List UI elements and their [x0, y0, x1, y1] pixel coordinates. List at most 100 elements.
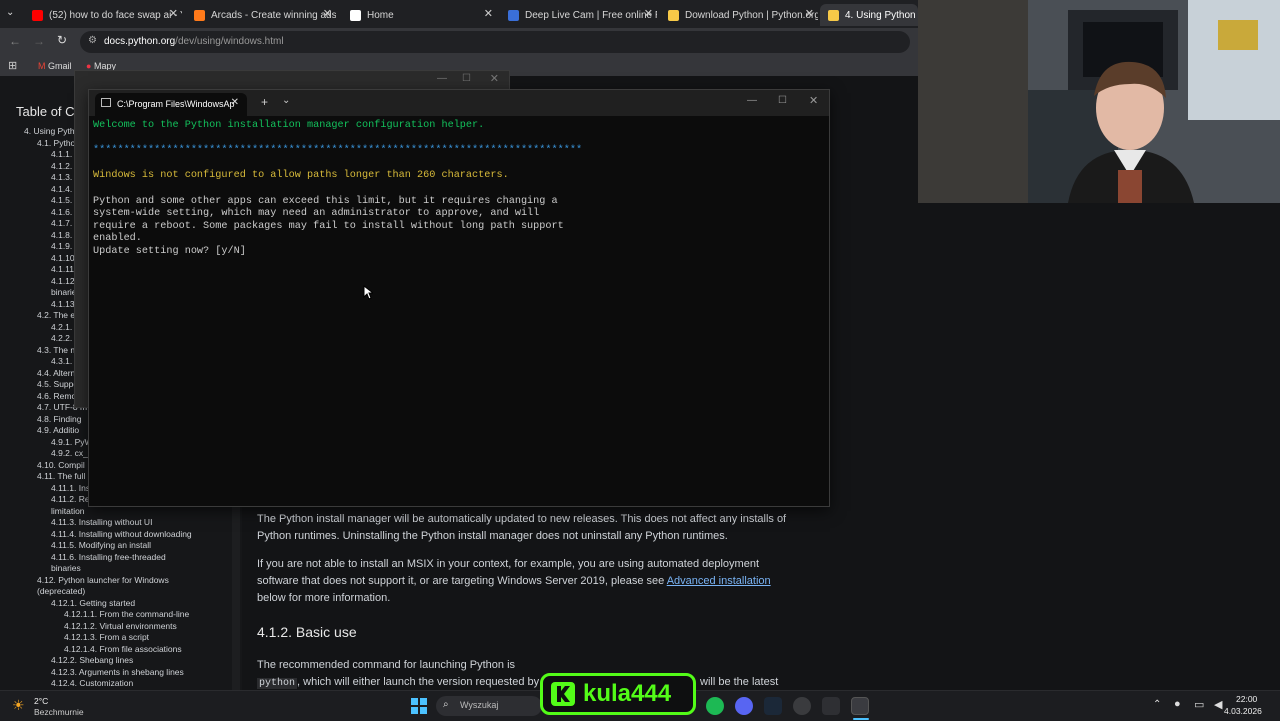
- settings-gear-icon[interactable]: [793, 697, 811, 715]
- toc-item[interactable]: 4.12.1.3. From a script: [64, 632, 149, 642]
- toc-item[interactable]: 4.6. Remo: [37, 391, 76, 401]
- spotify-icon[interactable]: [706, 697, 724, 715]
- tab-favicon-icon: [668, 9, 679, 21]
- toc-item[interactable]: 4.1.5.: [51, 195, 72, 205]
- close-icon[interactable]: ✕: [490, 72, 499, 85]
- toc-item[interactable]: 4.3. The n: [37, 345, 75, 355]
- maximize-icon[interactable]: ☐: [778, 95, 787, 106]
- terminal-tab[interactable]: C:\Program Files\WindowsAp ✕: [95, 93, 247, 116]
- terminal-taskbar-icon[interactable]: [851, 697, 869, 715]
- toc-item[interactable]: 4.1.7.: [51, 218, 72, 228]
- toc-item[interactable]: 4.12.1.2. Virtual environments: [64, 621, 177, 631]
- mouse-cursor-icon: [363, 285, 373, 300]
- minimize-icon[interactable]: —: [437, 73, 447, 84]
- toc-item[interactable]: 4.9.2. cx_F: [51, 448, 93, 458]
- tab-favicon-icon: [32, 9, 43, 21]
- back-icon[interactable]: ←: [9, 34, 21, 48]
- volume-icon[interactable]: ◀: [1214, 698, 1222, 711]
- tab-search-icon[interactable]: ⌄: [6, 7, 20, 21]
- toc-item[interactable]: 4. Using Pyth: [24, 126, 75, 136]
- terminal-icon: [101, 98, 111, 107]
- clock-time[interactable]: 22:00: [1236, 694, 1257, 704]
- toc-item[interactable]: 4.10. Compil: [37, 460, 85, 470]
- toc-item[interactable]: 4.12.1. Getting started: [51, 598, 135, 608]
- steam-icon[interactable]: [764, 697, 782, 715]
- browser-tab[interactable]: Download Python | Python.org ✕: [660, 4, 818, 26]
- tab-close-icon[interactable]: ✕: [169, 7, 178, 20]
- tab-close-icon[interactable]: ✕: [231, 97, 239, 108]
- toc-item[interactable]: 4.12.1.4. From file associations: [64, 644, 182, 654]
- chevron-up-icon[interactable]: ⌃: [1153, 699, 1161, 710]
- toc-item[interactable]: 4.11.1. Ins: [51, 483, 90, 493]
- tab-close-icon[interactable]: ✕: [805, 7, 814, 20]
- apps-grid-icon[interactable]: ⊞: [8, 59, 17, 72]
- minimize-icon[interactable]: —: [747, 95, 757, 106]
- toc-item[interactable]: 4.11.5. Modifying an install: [51, 540, 151, 550]
- toc-item[interactable]: binarie: [51, 287, 77, 297]
- advanced-installation-link[interactable]: Advanced installation: [667, 575, 771, 587]
- toc-item[interactable]: 4.1.9.: [51, 241, 72, 251]
- toc-item[interactable]: 4.11.2. Re: [51, 494, 90, 504]
- windows-start-icon[interactable]: [411, 698, 427, 714]
- toc-item[interactable]: 4.12.2. Shebang lines: [51, 655, 133, 665]
- terminal-window[interactable]: C:\Program Files\WindowsAp ✕ + ⌄ — ☐ ✕ W…: [88, 89, 830, 507]
- site-info-icon[interactable]: ⚙: [88, 35, 97, 46]
- toc-item[interactable]: 4.12.4. Customization: [51, 678, 133, 688]
- network-icon[interactable]: ▭: [1194, 698, 1204, 711]
- toc-item[interactable]: 4.3.1.: [51, 356, 72, 366]
- browser-tab[interactable]: Home ✕: [342, 4, 497, 26]
- toc-item[interactable]: (deprecated): [37, 586, 85, 596]
- toc-item[interactable]: 4.1.3.: [51, 172, 72, 182]
- chevron-down-icon[interactable]: ⌄: [282, 95, 290, 106]
- toc-item[interactable]: 4.2.1.: [51, 322, 72, 332]
- maximize-icon[interactable]: ☐: [462, 73, 471, 84]
- separator-line: ****************************************…: [93, 145, 583, 157]
- browser-tab[interactable]: Arcads - Create winning ads w ✕: [186, 4, 336, 26]
- toc-item[interactable]: 4.2. The e: [37, 310, 75, 320]
- url-input[interactable]: ⚙ docs.python.org/dev/using/windows.html: [80, 31, 910, 53]
- toc-item[interactable]: limitation: [51, 506, 85, 516]
- toc-item[interactable]: 4.11.4. Installing without downloading: [51, 529, 192, 539]
- toc-item[interactable]: 4.1.2.: [51, 161, 72, 171]
- forward-icon[interactable]: →: [33, 34, 45, 48]
- tab-close-icon[interactable]: ✕: [323, 7, 332, 20]
- weather-widget[interactable]: ☀ 2°C Bezchmurnie: [10, 695, 120, 717]
- terminal-output[interactable]: Welcome to the Python installation manag…: [93, 120, 823, 259]
- toc-item[interactable]: 4.12. Python launcher for Windows: [37, 575, 169, 585]
- toc-item[interactable]: 4.5. Suppo: [37, 379, 78, 389]
- toc-item[interactable]: 4.11.3. Installing without UI: [51, 517, 152, 527]
- toc-item[interactable]: 4.1.8.: [51, 230, 72, 240]
- tab-close-icon[interactable]: ✕: [644, 7, 653, 20]
- toc-item[interactable]: 4.1.13: [51, 299, 75, 309]
- toc-item[interactable]: 4.8. Finding: [37, 414, 81, 424]
- reload-icon[interactable]: ↻: [57, 33, 67, 47]
- new-tab-icon[interactable]: +: [261, 95, 268, 109]
- browser-tab[interactable]: 4. Using Python on W: [820, 4, 918, 26]
- warning-line: Windows is not configured to allow paths…: [93, 170, 509, 182]
- toc-item[interactable]: 4.2.2.: [51, 333, 72, 343]
- toc-item[interactable]: binaries: [51, 563, 81, 573]
- bookmark-gmail[interactable]: M Gmail: [38, 61, 72, 71]
- toc-item[interactable]: 4.1.11: [51, 264, 74, 274]
- app-icon[interactable]: [822, 697, 840, 715]
- toc-item[interactable]: 4.1.1.: [51, 149, 72, 159]
- taskbar-search[interactable]: ⌕ Wyszukaj: [436, 696, 542, 716]
- toc-item[interactable]: 4.4. Altern: [37, 368, 75, 378]
- tab-close-icon[interactable]: ✕: [484, 7, 493, 20]
- toc-item[interactable]: 4.11.6. Installing free-threaded: [51, 552, 166, 562]
- toc-item[interactable]: 4.1. Pytho: [37, 138, 75, 148]
- browser-tab[interactable]: (52) how to do face swap ai - Y ✕: [24, 4, 182, 26]
- toc-item[interactable]: 4.11. The full: [37, 471, 85, 481]
- clock-date[interactable]: 4.03.2026: [1224, 706, 1262, 716]
- close-icon[interactable]: ✕: [809, 94, 818, 107]
- toc-item[interactable]: 4.12.1.1. From the command-line: [64, 609, 189, 619]
- toc-item[interactable]: 4.9. Additio: [37, 425, 79, 435]
- microphone-icon[interactable]: ●: [1174, 698, 1181, 710]
- toc-item[interactable]: 4.12.3. Arguments in shebang lines: [51, 667, 184, 677]
- toc-item[interactable]: 4.1.4.: [51, 184, 72, 194]
- doc-paragraph-3-tail: will be the latest: [700, 676, 779, 688]
- browser-tab[interactable]: Deep Live Cam | Free online Re ✕: [500, 4, 657, 26]
- toc-item[interactable]: 4.1.6.: [51, 207, 72, 217]
- discord-icon[interactable]: [735, 697, 753, 715]
- toc-item[interactable]: 4.9.1. PyW: [51, 437, 93, 447]
